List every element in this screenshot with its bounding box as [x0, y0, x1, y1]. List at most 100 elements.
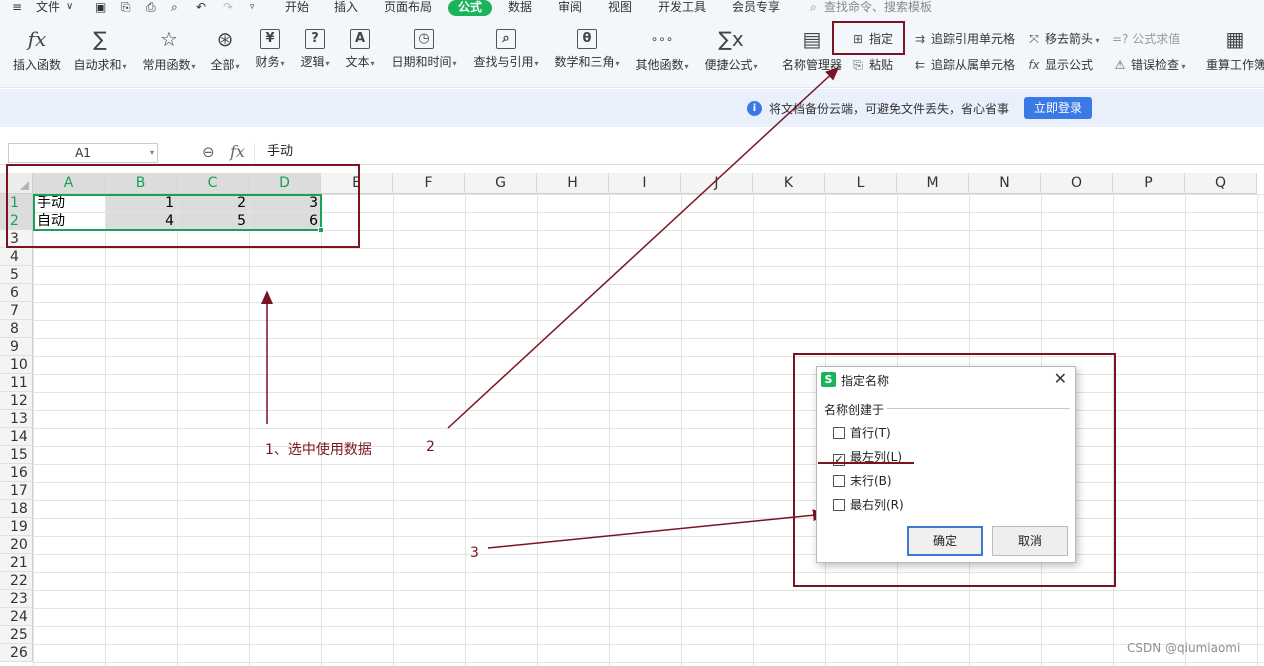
quick-formula-button[interactable]: ∑x 便捷公式▾: [701, 26, 761, 73]
row-header-21[interactable]: 21: [0, 554, 33, 572]
menu-item-member[interactable]: 会员专享: [732, 0, 780, 16]
trace-dependents-button[interactable]: ⇇ 追踪从属单元格: [912, 56, 1015, 74]
print-preview-icon[interactable]: ⌕: [171, 0, 178, 16]
redo-icon[interactable]: ↷: [223, 0, 233, 16]
checkbox-bottom-row[interactable]: [833, 475, 845, 487]
menu-item-page-layout[interactable]: 页面布局: [384, 0, 432, 16]
hamburger-menu-icon[interactable]: ≡: [12, 0, 22, 16]
menu-item-insert[interactable]: 插入: [334, 0, 358, 16]
column-header-g[interactable]: G: [465, 173, 537, 194]
row-header-1[interactable]: 1: [0, 194, 33, 212]
cell-d2[interactable]: 6: [250, 213, 321, 230]
row-header-10[interactable]: 10: [0, 356, 33, 374]
option-right-column[interactable]: 最右列(R): [833, 497, 904, 513]
column-header-j[interactable]: J: [681, 173, 753, 194]
specify-name-button[interactable]: ⊞ 指定: [850, 30, 893, 48]
menu-item-data[interactable]: 数据: [508, 0, 532, 16]
row-header-25[interactable]: 25: [0, 626, 33, 644]
row-header-3[interactable]: 3: [0, 230, 33, 248]
cell-d1[interactable]: 3: [250, 195, 321, 212]
column-header-d[interactable]: D: [249, 173, 321, 194]
fx-icon[interactable]: fx: [230, 142, 245, 161]
insert-function-button[interactable]: fx 插入函数: [10, 26, 64, 73]
menu-item-file[interactable]: 文件: [36, 0, 60, 16]
row-header-26[interactable]: 26: [0, 644, 33, 662]
trace-precedents-button[interactable]: ⇉ 追踪引用单元格: [912, 30, 1015, 48]
menu-item-review[interactable]: 审阅: [558, 0, 582, 16]
row-header-7[interactable]: 7: [0, 302, 33, 320]
row-header-4[interactable]: 4: [0, 248, 33, 266]
ok-button[interactable]: 确定: [907, 526, 983, 556]
common-functions-button[interactable]: ☆ 常用函数▾: [139, 26, 199, 73]
row-header-2[interactable]: 2: [0, 212, 33, 230]
cell-a1[interactable]: 手动: [34, 195, 105, 212]
row-header-18[interactable]: 18: [0, 500, 33, 518]
column-header-c[interactable]: C: [177, 173, 249, 194]
option-top-row[interactable]: 首行(T): [833, 425, 891, 441]
recalculate-button[interactable]: ▦ 重算工作簿: [1206, 26, 1264, 73]
cell-a2[interactable]: 自动: [34, 213, 105, 230]
menu-item-view[interactable]: 视图: [608, 0, 632, 16]
checkbox-right-column[interactable]: [833, 499, 845, 511]
save-icon[interactable]: ▣: [95, 0, 106, 16]
row-header-14[interactable]: 14: [0, 428, 33, 446]
formula-input[interactable]: 手动: [254, 143, 1264, 163]
column-header-l[interactable]: L: [825, 173, 897, 194]
name-box[interactable]: A1 ▾: [8, 143, 158, 163]
show-formulas-button[interactable]: fx 显示公式: [1026, 56, 1093, 74]
search-icon[interactable]: ⌕: [810, 0, 817, 16]
row-header-24[interactable]: 24: [0, 608, 33, 626]
name-manager-button[interactable]: ▤ 名称管理器: [779, 26, 845, 73]
remove-arrows-button[interactable]: ⤧ 移去箭头 ▾: [1026, 30, 1099, 48]
row-header-13[interactable]: 13: [0, 410, 33, 428]
cell-c1[interactable]: 2: [178, 195, 249, 212]
cancel-button[interactable]: 取消: [992, 526, 1068, 556]
row-header-5[interactable]: 5: [0, 266, 33, 284]
column-header-n[interactable]: N: [969, 173, 1041, 194]
column-header-e[interactable]: E: [321, 173, 393, 194]
checkbox-left-column[interactable]: ✓: [833, 454, 845, 466]
cell-b2[interactable]: 4: [106, 213, 177, 230]
error-check-button[interactable]: ⚠ 错误检查 ▾: [1112, 56, 1186, 74]
column-header-o[interactable]: O: [1041, 173, 1113, 194]
zoom-icon[interactable]: ⊖: [202, 143, 215, 161]
row-header-23[interactable]: 23: [0, 590, 33, 608]
row-header-9[interactable]: 9: [0, 338, 33, 356]
menu-item-formulas[interactable]: 公式: [448, 0, 493, 16]
row-header-6[interactable]: 6: [0, 284, 33, 302]
text-button[interactable]: A 文本▾: [342, 26, 378, 70]
close-icon[interactable]: ✕: [1054, 369, 1067, 388]
column-header-p[interactable]: P: [1113, 173, 1185, 194]
row-header-16[interactable]: 16: [0, 464, 33, 482]
cell-b1[interactable]: 1: [106, 195, 177, 212]
login-button[interactable]: 立即登录: [1024, 97, 1092, 119]
command-search-input[interactable]: 查找命令、搜索模板: [824, 0, 932, 16]
column-header-m[interactable]: M: [897, 173, 969, 194]
menu-item-developer[interactable]: 开发工具: [658, 0, 706, 16]
paste-name-button[interactable]: ⎘ 粘贴: [850, 56, 893, 74]
row-header-17[interactable]: 17: [0, 482, 33, 500]
undo-icon[interactable]: ↶: [196, 0, 206, 16]
cell-c2[interactable]: 5: [178, 213, 249, 230]
column-header-b[interactable]: B: [105, 173, 177, 194]
column-header-i[interactable]: I: [609, 173, 681, 194]
math-trig-button[interactable]: θ 数学和三角▾: [551, 26, 623, 70]
lookup-reference-button[interactable]: ⌕ 查找与引用▾: [470, 26, 542, 70]
column-header-f[interactable]: F: [393, 173, 465, 194]
menu-item-home[interactable]: 开始: [285, 0, 309, 16]
logic-button[interactable]: ? 逻辑▾: [297, 26, 333, 70]
finance-button[interactable]: ¥ 财务▾: [252, 26, 288, 70]
quick-access-more-icon[interactable]: ▿: [250, 0, 255, 16]
evaluate-formula-button[interactable]: =? 公式求值: [1112, 30, 1180, 48]
export-icon[interactable]: ⎘: [121, 0, 131, 16]
row-header-11[interactable]: 11: [0, 374, 33, 392]
more-functions-button[interactable]: ∘∘∘ 其他函数▾: [632, 26, 692, 73]
row-header-12[interactable]: 12: [0, 392, 33, 410]
date-time-button[interactable]: ◷ 日期和时间▾: [388, 26, 460, 70]
row-header-19[interactable]: 19: [0, 518, 33, 536]
column-header-a[interactable]: A: [33, 173, 105, 194]
row-header-8[interactable]: 8: [0, 320, 33, 338]
checkbox-top-row[interactable]: [833, 427, 845, 439]
chevron-down-icon[interactable]: ∨: [66, 0, 73, 16]
option-bottom-row[interactable]: 末行(B): [833, 473, 892, 489]
